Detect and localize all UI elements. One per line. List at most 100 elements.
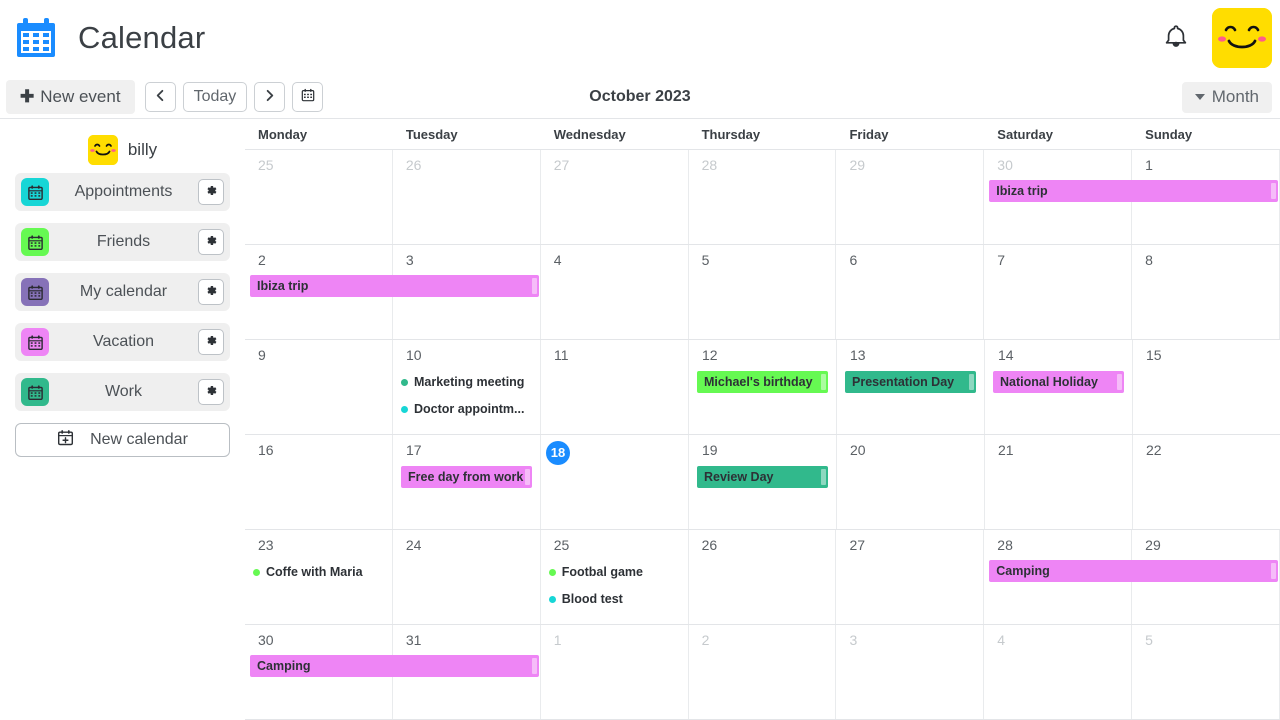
- calendar-event[interactable]: Footbal game: [541, 561, 688, 583]
- calendar-list-item[interactable]: Friends: [15, 223, 230, 261]
- prev-month-button[interactable]: [144, 82, 176, 112]
- chevron-right-icon: [263, 89, 276, 106]
- calendar-day-cell[interactable]: 28: [689, 150, 837, 244]
- event-resize-handle[interactable]: [1117, 374, 1122, 390]
- today-button[interactable]: Today: [182, 82, 248, 112]
- gear-icon: [205, 184, 218, 200]
- day-event-stack: Free day from work: [393, 466, 540, 488]
- calendar-event-multiday[interactable]: Ibiza trip: [250, 275, 539, 297]
- day-number: 28: [701, 157, 718, 173]
- calendar-day-cell[interactable]: 25 Footbal game Blood test: [541, 530, 689, 624]
- calendar-name: Appointments: [74, 183, 173, 200]
- event-resize-handle[interactable]: [531, 658, 537, 674]
- calendar-list-item[interactable]: My calendar: [15, 273, 230, 311]
- calendar-day-cell[interactable]: 6: [836, 245, 985, 339]
- new-calendar-button[interactable]: New calendar: [15, 423, 230, 457]
- calendar-day-cell[interactable]: 5: [689, 245, 837, 339]
- calendar-day-cell[interactable]: 14 National Holiday: [985, 340, 1133, 434]
- user-avatar[interactable]: [87, 135, 118, 165]
- calendar-settings-button[interactable]: [198, 279, 224, 305]
- event-title: Camping: [996, 564, 1050, 578]
- calendar-day-cell[interactable]: 7: [984, 245, 1133, 339]
- event-resize-handle[interactable]: [821, 374, 826, 390]
- calendar-day-cell[interactable]: 9: [245, 340, 393, 434]
- calendar-settings-button[interactable]: [198, 179, 224, 205]
- calendar-day-cell[interactable]: 20: [837, 435, 985, 529]
- calendar-day-cell[interactable]: 26: [393, 150, 541, 244]
- calendar-event[interactable]: National Holiday: [993, 371, 1124, 393]
- event-resize-handle[interactable]: [969, 374, 974, 390]
- calendar-day-cell[interactable]: 10 Marketing meeting Doctor appointm...: [393, 340, 541, 434]
- calendar-list-item[interactable]: Appointments: [15, 173, 230, 211]
- calendar-event[interactable]: Blood test: [541, 588, 688, 610]
- event-resize-handle[interactable]: [821, 469, 826, 485]
- event-resize-handle[interactable]: [531, 278, 537, 294]
- calendar-event-multiday[interactable]: Camping: [989, 560, 1278, 582]
- event-resize-handle[interactable]: [1270, 183, 1276, 199]
- calendar-day-cell[interactable]: 19 Review Day: [689, 435, 837, 529]
- day-number: 4: [553, 252, 562, 268]
- calendar-day-cell[interactable]: 27: [836, 530, 985, 624]
- calendar-name: Work: [104, 383, 143, 400]
- calendar-event[interactable]: Presentation Day: [845, 371, 976, 393]
- calendar-day-cell[interactable]: 2: [689, 625, 837, 719]
- calendar-day-cell[interactable]: 25: [245, 150, 393, 244]
- calendar-event[interactable]: Coffe with Maria: [245, 561, 392, 583]
- calendar-event[interactable]: Review Day: [697, 466, 828, 488]
- calendar-list-item[interactable]: Work: [15, 373, 230, 411]
- calendar-day-cell[interactable]: 18: [541, 435, 689, 529]
- day-number: 17: [406, 442, 422, 458]
- next-month-button[interactable]: [254, 82, 286, 112]
- calendar-settings-button[interactable]: [198, 379, 224, 405]
- calendar-day-cell[interactable]: 26: [689, 530, 837, 624]
- calendar-day-cell[interactable]: 1: [541, 625, 689, 719]
- calendar-settings-button[interactable]: [198, 229, 224, 255]
- calendar-day-cell[interactable]: 15: [1133, 340, 1280, 434]
- calendar-icon: [14, 16, 58, 60]
- calendar-day-cell[interactable]: 17 Free day from work: [393, 435, 541, 529]
- calendar-list-item[interactable]: Vacation: [15, 323, 230, 361]
- weekday-header: Monday: [258, 126, 308, 142]
- calendar-day-cell[interactable]: 11: [541, 340, 689, 434]
- calendar-day-cell[interactable]: 29: [836, 150, 985, 244]
- avatar[interactable]: [1212, 8, 1272, 68]
- event-color-dot-icon: [548, 595, 556, 603]
- calendar-event[interactable]: Marketing meeting: [393, 371, 540, 393]
- calendar-event[interactable]: Michael's birthday: [697, 371, 828, 393]
- calendar-event[interactable]: Free day from work: [401, 466, 532, 488]
- calendar-day-cell[interactable]: 3: [836, 625, 985, 719]
- weekday-header: Sunday: [1145, 126, 1193, 142]
- gear-icon: [205, 384, 218, 400]
- day-number: 20: [850, 442, 866, 458]
- calendar-day-cell[interactable]: 23 Coffe with Maria: [245, 530, 393, 624]
- new-event-button[interactable]: ✚ New event: [6, 80, 135, 114]
- calendar-day-cell[interactable]: 24: [393, 530, 541, 624]
- event-resize-handle[interactable]: [1270, 563, 1276, 579]
- view-mode-select[interactable]: Month: [1181, 81, 1272, 113]
- event-color-dot-icon: [401, 378, 408, 386]
- calendar-day-cell[interactable]: 8: [1132, 245, 1280, 339]
- today-date-badge: 18: [546, 441, 570, 465]
- calendar-day-cell[interactable]: 4: [984, 625, 1133, 719]
- day-number: 29: [849, 157, 866, 173]
- day-number: 28: [997, 537, 1013, 553]
- calendar-day-cell[interactable]: 5: [1132, 625, 1280, 719]
- calendar-event-multiday[interactable]: Ibiza trip: [989, 180, 1278, 202]
- calendar-day-cell[interactable]: 21: [985, 435, 1133, 529]
- calendar-day-cell[interactable]: 13 Presentation Day: [837, 340, 985, 434]
- event-resize-handle[interactable]: [525, 469, 530, 485]
- calendar-week-row: 2 3 4 5 6 7 8 Ibiza trip: [245, 245, 1280, 340]
- calendar-event[interactable]: Doctor appointm...: [393, 398, 540, 420]
- weekday-header: Friday: [849, 126, 889, 142]
- date-picker-button[interactable]: [292, 82, 324, 112]
- day-event-stack: Marketing meeting Doctor appointm...: [393, 371, 540, 420]
- calendar-event-multiday[interactable]: Camping: [250, 655, 539, 677]
- calendar-day-cell[interactable]: 4: [541, 245, 689, 339]
- calendar-name: Vacation: [92, 333, 155, 350]
- calendar-day-cell[interactable]: 27: [541, 150, 689, 244]
- calendar-day-cell[interactable]: 12 Michael's birthday: [689, 340, 837, 434]
- notifications-button[interactable]: [1156, 18, 1196, 58]
- calendar-day-cell[interactable]: 22: [1133, 435, 1280, 529]
- calendar-day-cell[interactable]: 16: [245, 435, 393, 529]
- calendar-settings-button[interactable]: [198, 329, 224, 355]
